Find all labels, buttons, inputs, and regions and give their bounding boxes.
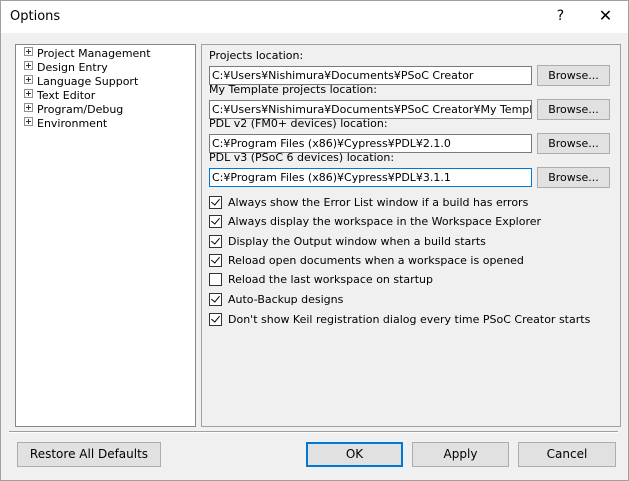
title-bar: Options ? ✕ bbox=[1, 1, 628, 33]
checkbox-checked-icon[interactable] bbox=[209, 235, 222, 248]
checkbox-checked-icon[interactable] bbox=[209, 215, 222, 228]
checkbox-checked-icon[interactable] bbox=[209, 293, 222, 306]
apply-button[interactable]: Apply bbox=[412, 442, 509, 467]
window-title: Options bbox=[10, 9, 61, 24]
tree-item-language-support[interactable]: Language Support bbox=[24, 75, 138, 89]
expand-icon[interactable] bbox=[24, 103, 33, 112]
checkbox-unchecked-icon[interactable] bbox=[209, 273, 222, 286]
checkbox-keil-registration[interactable]: Don't show Keil registration dialog ever… bbox=[209, 313, 590, 328]
tree-item-environment[interactable]: Environment bbox=[24, 117, 107, 131]
close-button[interactable]: ✕ bbox=[583, 1, 628, 33]
tree-item-project-management[interactable]: Project Management bbox=[24, 47, 151, 61]
browse-projects-button[interactable]: Browse... bbox=[537, 65, 610, 86]
tree-item-text-editor[interactable]: Text Editor bbox=[24, 89, 95, 103]
checkbox-auto-backup[interactable]: Auto-Backup designs bbox=[209, 293, 343, 308]
restore-defaults-button[interactable]: Restore All Defaults bbox=[17, 442, 161, 467]
checkbox-show-error-list[interactable]: Always show the Error List window if a b… bbox=[209, 196, 528, 211]
ok-button[interactable]: OK bbox=[306, 442, 403, 467]
cancel-button[interactable]: Cancel bbox=[518, 442, 616, 467]
options-dialog: Options ? ✕ Project Management Design En… bbox=[0, 0, 629, 481]
tree-item-program-debug[interactable]: Program/Debug bbox=[24, 103, 123, 117]
checkbox-checked-icon[interactable] bbox=[209, 196, 222, 209]
projects-location-label: Projects location: bbox=[209, 49, 304, 62]
separator bbox=[9, 431, 618, 433]
browse-template-button[interactable]: Browse... bbox=[537, 99, 610, 120]
checkbox-checked-icon[interactable] bbox=[209, 313, 222, 326]
pdl-v3-location-field[interactable]: C:¥Program Files (x86)¥Cypress¥PDL¥3.1.1 bbox=[209, 168, 532, 187]
expand-icon[interactable] bbox=[24, 75, 33, 84]
expand-icon[interactable] bbox=[24, 61, 33, 70]
pdl-v2-location-label: PDL v2 (FM0+ devices) location: bbox=[209, 117, 388, 130]
pdl-v3-location-label: PDL v3 (PSoC 6 devices) location: bbox=[209, 151, 395, 164]
expand-icon[interactable] bbox=[24, 89, 33, 98]
options-tree[interactable]: Project Management Design Entry Language… bbox=[15, 44, 196, 427]
checkbox-display-output[interactable]: Display the Output window when a build s… bbox=[209, 235, 486, 250]
expand-icon[interactable] bbox=[24, 117, 33, 126]
help-button[interactable]: ? bbox=[538, 1, 583, 33]
template-location-label: My Template projects location: bbox=[209, 83, 377, 96]
expand-icon[interactable] bbox=[24, 47, 33, 56]
browse-pdl-v3-button[interactable]: Browse... bbox=[537, 167, 610, 188]
checkbox-reload-open-documents[interactable]: Reload open documents when a workspace i… bbox=[209, 254, 524, 269]
checkbox-checked-icon[interactable] bbox=[209, 254, 222, 267]
checkbox-reload-last-workspace[interactable]: Reload the last workspace on startup bbox=[209, 273, 433, 288]
settings-panel: Projects location: C:¥Users¥Nishimura¥Do… bbox=[201, 44, 621, 427]
checkbox-display-workspace[interactable]: Always display the workspace in the Work… bbox=[209, 215, 541, 230]
browse-pdl-v2-button[interactable]: Browse... bbox=[537, 133, 610, 154]
tree-item-design-entry[interactable]: Design Entry bbox=[24, 61, 108, 75]
